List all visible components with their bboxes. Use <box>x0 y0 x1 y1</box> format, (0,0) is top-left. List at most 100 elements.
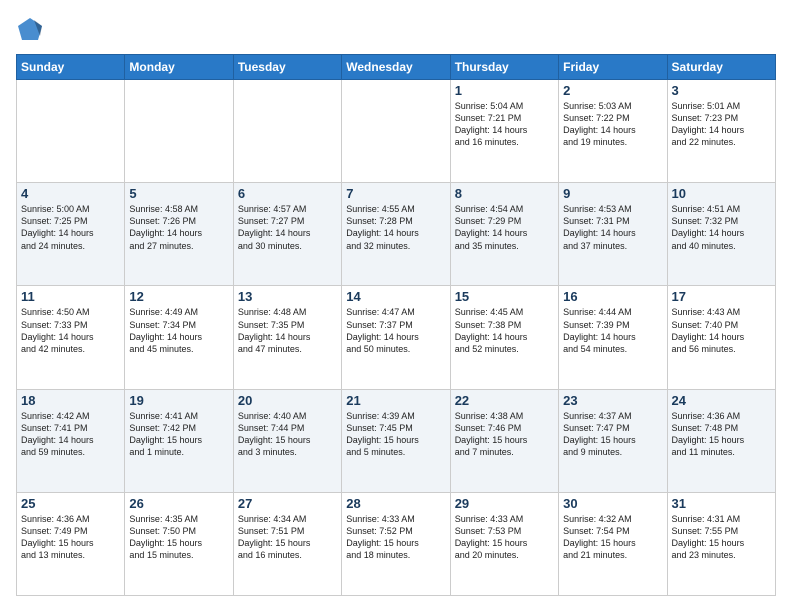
day-cell <box>233 80 341 183</box>
day-number: 27 <box>238 496 337 511</box>
day-cell: 14Sunrise: 4:47 AMSunset: 7:37 PMDayligh… <box>342 286 450 389</box>
weekday-sunday: Sunday <box>17 55 125 80</box>
cell-line: Daylight: 14 hours <box>672 227 771 239</box>
cell-line: and 45 minutes. <box>129 343 228 355</box>
day-cell: 4Sunrise: 5:00 AMSunset: 7:25 PMDaylight… <box>17 183 125 286</box>
weekday-header-row: SundayMondayTuesdayWednesdayThursdayFrid… <box>17 55 776 80</box>
cell-line: Daylight: 15 hours <box>455 537 554 549</box>
cell-line: and 42 minutes. <box>21 343 120 355</box>
cell-line: Daylight: 14 hours <box>129 227 228 239</box>
cell-line: Sunrise: 4:37 AM <box>563 410 662 422</box>
cell-line: Sunrise: 4:33 AM <box>346 513 445 525</box>
weekday-thursday: Thursday <box>450 55 558 80</box>
cell-line: Daylight: 14 hours <box>129 331 228 343</box>
day-number: 15 <box>455 289 554 304</box>
cell-line: Sunrise: 4:58 AM <box>129 203 228 215</box>
week-row-1: 1Sunrise: 5:04 AMSunset: 7:21 PMDaylight… <box>17 80 776 183</box>
cell-line: and 15 minutes. <box>129 549 228 561</box>
cell-line: Sunrise: 4:51 AM <box>672 203 771 215</box>
cell-line: Sunrise: 4:35 AM <box>129 513 228 525</box>
cell-line: Sunrise: 4:54 AM <box>455 203 554 215</box>
cell-line: Daylight: 15 hours <box>346 434 445 446</box>
cell-line: Sunrise: 4:45 AM <box>455 306 554 318</box>
cell-line: Sunset: 7:46 PM <box>455 422 554 434</box>
cell-line: Daylight: 14 hours <box>346 227 445 239</box>
day-number: 18 <box>21 393 120 408</box>
cell-line: Sunset: 7:53 PM <box>455 525 554 537</box>
day-cell: 31Sunrise: 4:31 AMSunset: 7:55 PMDayligh… <box>667 492 775 595</box>
cell-line: and 21 minutes. <box>563 549 662 561</box>
cell-line: Sunrise: 4:41 AM <box>129 410 228 422</box>
cell-line: Daylight: 15 hours <box>672 537 771 549</box>
cell-line: Sunset: 7:48 PM <box>672 422 771 434</box>
day-number: 21 <box>346 393 445 408</box>
day-number: 16 <box>563 289 662 304</box>
cell-line: Sunset: 7:21 PM <box>455 112 554 124</box>
cell-line: Daylight: 14 hours <box>21 434 120 446</box>
cell-line: Sunrise: 4:48 AM <box>238 306 337 318</box>
cell-line: Sunset: 7:50 PM <box>129 525 228 537</box>
cell-line: Sunset: 7:27 PM <box>238 215 337 227</box>
cell-line: and 1 minute. <box>129 446 228 458</box>
day-cell: 6Sunrise: 4:57 AMSunset: 7:27 PMDaylight… <box>233 183 341 286</box>
cell-line: Daylight: 15 hours <box>238 434 337 446</box>
day-number: 9 <box>563 186 662 201</box>
cell-line: and 18 minutes. <box>346 549 445 561</box>
day-cell: 21Sunrise: 4:39 AMSunset: 7:45 PMDayligh… <box>342 389 450 492</box>
cell-line: Sunrise: 4:43 AM <box>672 306 771 318</box>
day-cell: 25Sunrise: 4:36 AMSunset: 7:49 PMDayligh… <box>17 492 125 595</box>
day-number: 22 <box>455 393 554 408</box>
cell-line: Daylight: 14 hours <box>455 331 554 343</box>
cell-line: and 7 minutes. <box>455 446 554 458</box>
day-cell: 17Sunrise: 4:43 AMSunset: 7:40 PMDayligh… <box>667 286 775 389</box>
day-cell: 18Sunrise: 4:42 AMSunset: 7:41 PMDayligh… <box>17 389 125 492</box>
cell-line: Sunrise: 4:36 AM <box>21 513 120 525</box>
cell-line: and 13 minutes. <box>21 549 120 561</box>
day-cell: 3Sunrise: 5:01 AMSunset: 7:23 PMDaylight… <box>667 80 775 183</box>
day-cell: 5Sunrise: 4:58 AMSunset: 7:26 PMDaylight… <box>125 183 233 286</box>
cell-line: Sunset: 7:32 PM <box>672 215 771 227</box>
cell-line: Sunset: 7:47 PM <box>563 422 662 434</box>
cell-line: and 56 minutes. <box>672 343 771 355</box>
cell-line: Sunrise: 5:00 AM <box>21 203 120 215</box>
cell-line: Daylight: 15 hours <box>346 537 445 549</box>
cell-line: Daylight: 14 hours <box>21 331 120 343</box>
cell-line: Sunrise: 4:40 AM <box>238 410 337 422</box>
cell-line: Sunrise: 4:47 AM <box>346 306 445 318</box>
cell-line: Sunrise: 4:42 AM <box>21 410 120 422</box>
cell-line: and 50 minutes. <box>346 343 445 355</box>
day-cell: 28Sunrise: 4:33 AMSunset: 7:52 PMDayligh… <box>342 492 450 595</box>
day-number: 31 <box>672 496 771 511</box>
weekday-monday: Monday <box>125 55 233 80</box>
day-number: 7 <box>346 186 445 201</box>
cell-line: Sunset: 7:55 PM <box>672 525 771 537</box>
cell-line: and 30 minutes. <box>238 240 337 252</box>
cell-line: Sunrise: 4:55 AM <box>346 203 445 215</box>
cell-line: and 3 minutes. <box>238 446 337 458</box>
cell-line: Daylight: 15 hours <box>563 434 662 446</box>
cell-line: Daylight: 14 hours <box>346 331 445 343</box>
day-cell: 8Sunrise: 4:54 AMSunset: 7:29 PMDaylight… <box>450 183 558 286</box>
cell-line: and 20 minutes. <box>455 549 554 561</box>
day-cell <box>342 80 450 183</box>
day-cell: 16Sunrise: 4:44 AMSunset: 7:39 PMDayligh… <box>559 286 667 389</box>
day-number: 25 <box>21 496 120 511</box>
cell-line: and 54 minutes. <box>563 343 662 355</box>
day-number: 4 <box>21 186 120 201</box>
cell-line: Sunset: 7:51 PM <box>238 525 337 537</box>
cell-line: and 16 minutes. <box>455 136 554 148</box>
day-number: 1 <box>455 83 554 98</box>
cell-line: Sunset: 7:35 PM <box>238 319 337 331</box>
weekday-tuesday: Tuesday <box>233 55 341 80</box>
day-cell <box>125 80 233 183</box>
day-cell: 15Sunrise: 4:45 AMSunset: 7:38 PMDayligh… <box>450 286 558 389</box>
cell-line: Sunset: 7:34 PM <box>129 319 228 331</box>
day-number: 8 <box>455 186 554 201</box>
cell-line: Daylight: 14 hours <box>672 331 771 343</box>
cell-line: and 37 minutes. <box>563 240 662 252</box>
day-cell: 27Sunrise: 4:34 AMSunset: 7:51 PMDayligh… <box>233 492 341 595</box>
cell-line: Sunset: 7:44 PM <box>238 422 337 434</box>
day-number: 23 <box>563 393 662 408</box>
logo-icon <box>16 16 44 44</box>
day-cell: 30Sunrise: 4:32 AMSunset: 7:54 PMDayligh… <box>559 492 667 595</box>
